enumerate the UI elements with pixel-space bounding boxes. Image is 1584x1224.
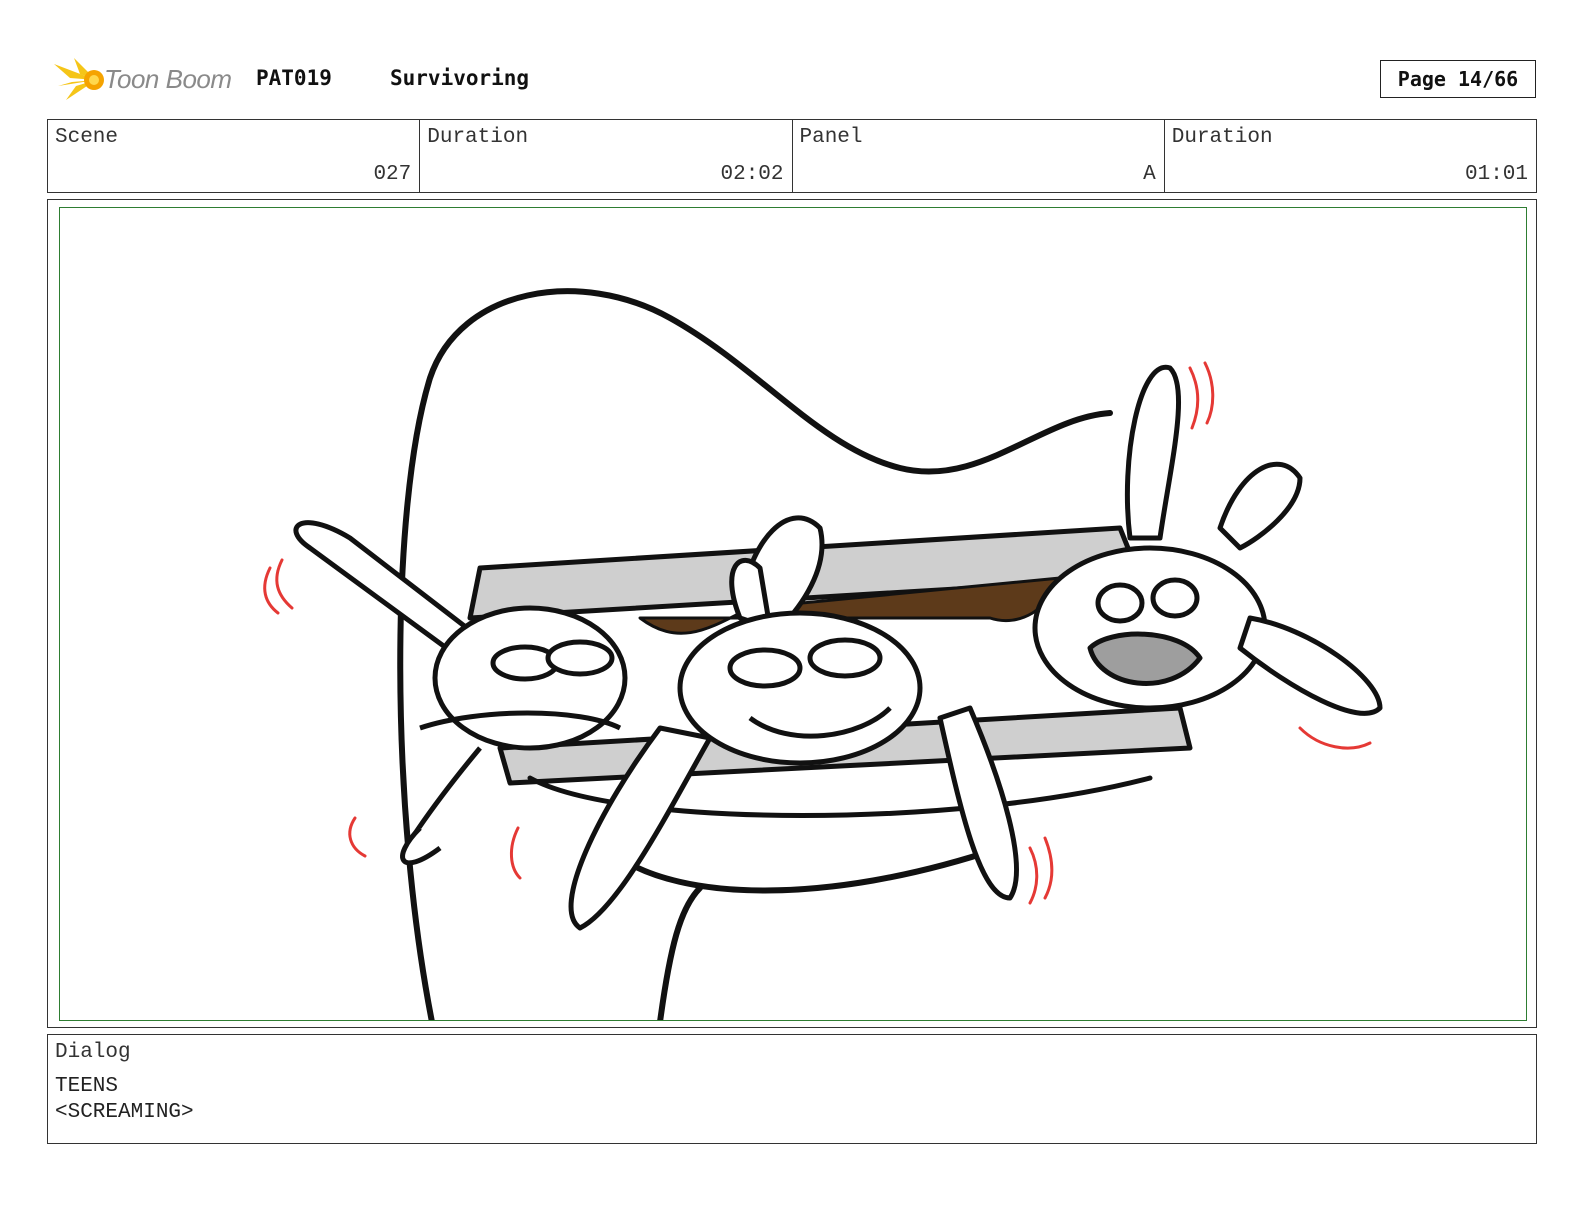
- panel-value: A: [1143, 163, 1156, 186]
- panel-label: Panel: [799, 126, 863, 149]
- scene-label: Scene: [55, 126, 119, 149]
- panel-duration-cell: Duration 01:01: [1165, 120, 1536, 192]
- dialog-box: Dialog TEENS <SCREAMING>: [47, 1034, 1537, 1144]
- production-code: PAT019: [256, 66, 332, 90]
- storyboard-drawing: [59, 207, 1527, 1021]
- dialog-label: Dialog: [55, 1041, 131, 1064]
- logo-text: Toon Boom: [104, 64, 232, 94]
- starburst-icon: [54, 58, 104, 100]
- panel-duration-value: 01:01: [1464, 163, 1528, 186]
- scene-duration-value: 02:02: [720, 163, 784, 186]
- panel-cell: Panel A: [793, 120, 1165, 192]
- dialog-speaker: TEENS: [55, 1075, 119, 1098]
- page-indicator: Page 14/66: [1380, 60, 1536, 98]
- toon-boom-logo: Toon Boom: [52, 56, 242, 106]
- scene-duration-cell: Duration 02:02: [420, 120, 793, 192]
- panel-info-row: Scene 027 Duration 02:02 Panel A Duratio…: [47, 119, 1537, 193]
- episode-title: Survivoring: [390, 66, 530, 90]
- cartoon-illustration: [263, 288, 1383, 1020]
- scene-cell: Scene 027: [48, 120, 421, 192]
- scene-value: 027: [373, 163, 412, 186]
- dialog-line: <SCREAMING>: [55, 1101, 194, 1124]
- panel-duration-label: Duration: [1171, 126, 1273, 149]
- scene-duration-label: Duration: [427, 126, 529, 149]
